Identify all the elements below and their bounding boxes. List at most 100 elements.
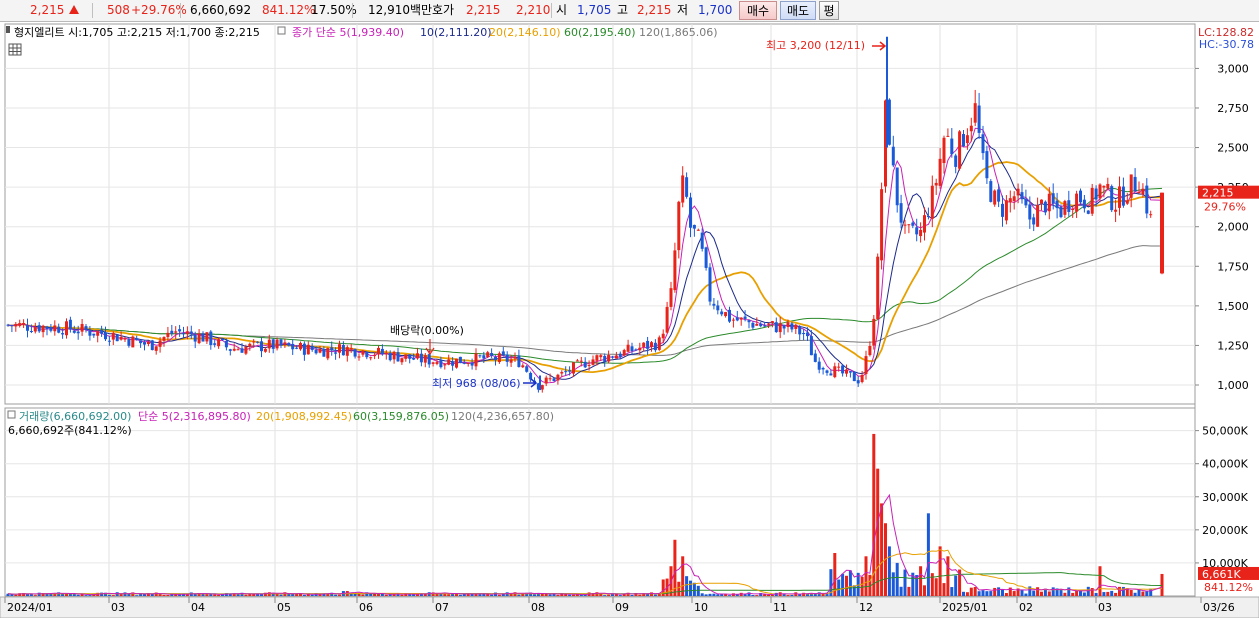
candle-body (614, 355, 618, 359)
candle-body (720, 311, 724, 315)
candle-body (782, 325, 786, 329)
candle-body (100, 329, 104, 334)
y-tick-label: 1,750 (1217, 260, 1249, 273)
candle-body (115, 334, 119, 342)
volume-bar (1063, 592, 1067, 596)
candle-body (891, 146, 895, 166)
volume-bar (295, 594, 299, 596)
volume-bar (236, 594, 240, 596)
candle-body (595, 355, 599, 361)
candle-body (911, 222, 915, 226)
candle-body (1063, 201, 1067, 215)
volume-bar (607, 594, 611, 596)
candle-body (419, 353, 423, 363)
candle-body (345, 347, 349, 356)
candle-body (517, 355, 521, 367)
candle-body (1094, 188, 1098, 200)
candle-body (252, 341, 256, 343)
volume-bar (1137, 590, 1141, 596)
candle-body (22, 323, 26, 325)
volume-bar (864, 556, 868, 596)
candle-body (817, 361, 821, 370)
x-tick-label: 08 (531, 601, 545, 614)
buy-button[interactable]: 매수 (739, 1, 777, 20)
candle-body (61, 333, 65, 335)
volume-bar (728, 595, 731, 596)
candle-body (236, 349, 240, 351)
volume-bar (536, 594, 540, 596)
volume-bar (447, 594, 451, 596)
candle-body (798, 326, 802, 335)
candle-body (845, 369, 848, 374)
candle-body (497, 353, 501, 363)
volume-bar (692, 582, 696, 596)
volume-bar (279, 594, 283, 596)
candle-body (260, 341, 263, 352)
current-volume-pct: 841.12% (1204, 581, 1253, 594)
volume-bar (1071, 592, 1075, 596)
open-label: 시 (556, 3, 568, 17)
x-tick-label: 2024/01 (7, 601, 53, 614)
candle-body (677, 201, 681, 251)
volume-bar (880, 503, 884, 596)
candle-body (864, 356, 868, 375)
candle-body (650, 342, 653, 348)
candle-body (423, 355, 427, 363)
candle-body (299, 343, 302, 350)
volume-bar (107, 594, 111, 596)
volume-legend-item: 60(3,159,876.05) (353, 410, 449, 423)
candle-body (529, 372, 533, 380)
candle-body (646, 340, 650, 349)
candle-body (809, 336, 813, 356)
volume-bar (384, 594, 388, 596)
volume-bar (486, 594, 490, 596)
candle-body (665, 306, 669, 333)
candle-body (743, 316, 747, 319)
low-label: 저 (677, 3, 689, 17)
candle-body (755, 323, 759, 326)
stock-chart[interactable]: 2024/01 03 04 05 06 07 08 09 10 11 12 2025/01 02 03 03… (0, 22, 1259, 618)
volume-bar (84, 595, 88, 596)
candle-body (977, 105, 981, 133)
candle-body (1055, 200, 1059, 209)
volume-bar (1160, 573, 1164, 596)
candle-body (564, 371, 568, 373)
volume-bar (111, 595, 115, 596)
low-price: 1,700 (698, 3, 733, 17)
candle-body (1090, 187, 1094, 214)
candle-body (1086, 210, 1090, 214)
volume-bar (1133, 592, 1137, 596)
volume-bar (638, 594, 642, 596)
candle-body (1036, 205, 1040, 227)
volume-bar (76, 594, 80, 596)
candle-body (899, 203, 903, 223)
x-tick-label: 03/26 (1203, 601, 1235, 614)
candle-body (318, 349, 322, 353)
candle-body (1149, 214, 1153, 216)
candle-body (930, 185, 934, 219)
trade-amount: 12,910백만 (368, 3, 433, 17)
low-annotation: 최저 968 (08/06) (432, 377, 521, 390)
candle-body (708, 267, 712, 302)
volume-bar (334, 594, 338, 596)
candle-body (353, 349, 357, 357)
candle-body (14, 323, 18, 327)
candle-body (907, 224, 911, 226)
x-tick-label: 02 (1019, 601, 1033, 614)
candle-body (232, 348, 236, 351)
candle-body (759, 323, 763, 327)
candle-body (825, 370, 829, 373)
y-tick-label: 2,500 (1217, 142, 1249, 155)
x-tick-label: 06 (359, 601, 373, 614)
volume-legend-item: 거래량(6,660,692.00) (19, 410, 131, 423)
evaluate-button[interactable]: 평 (819, 1, 839, 20)
candle-body (322, 349, 326, 357)
sell-button[interactable]: 매도 (780, 1, 816, 20)
candle-body (1133, 176, 1137, 192)
volume-bar (603, 595, 607, 596)
candle-body (439, 360, 443, 368)
candle-body (326, 348, 330, 359)
turnover-rate: 17.50% (311, 3, 357, 17)
candle-body (256, 341, 260, 343)
volume-bar (1114, 592, 1118, 596)
